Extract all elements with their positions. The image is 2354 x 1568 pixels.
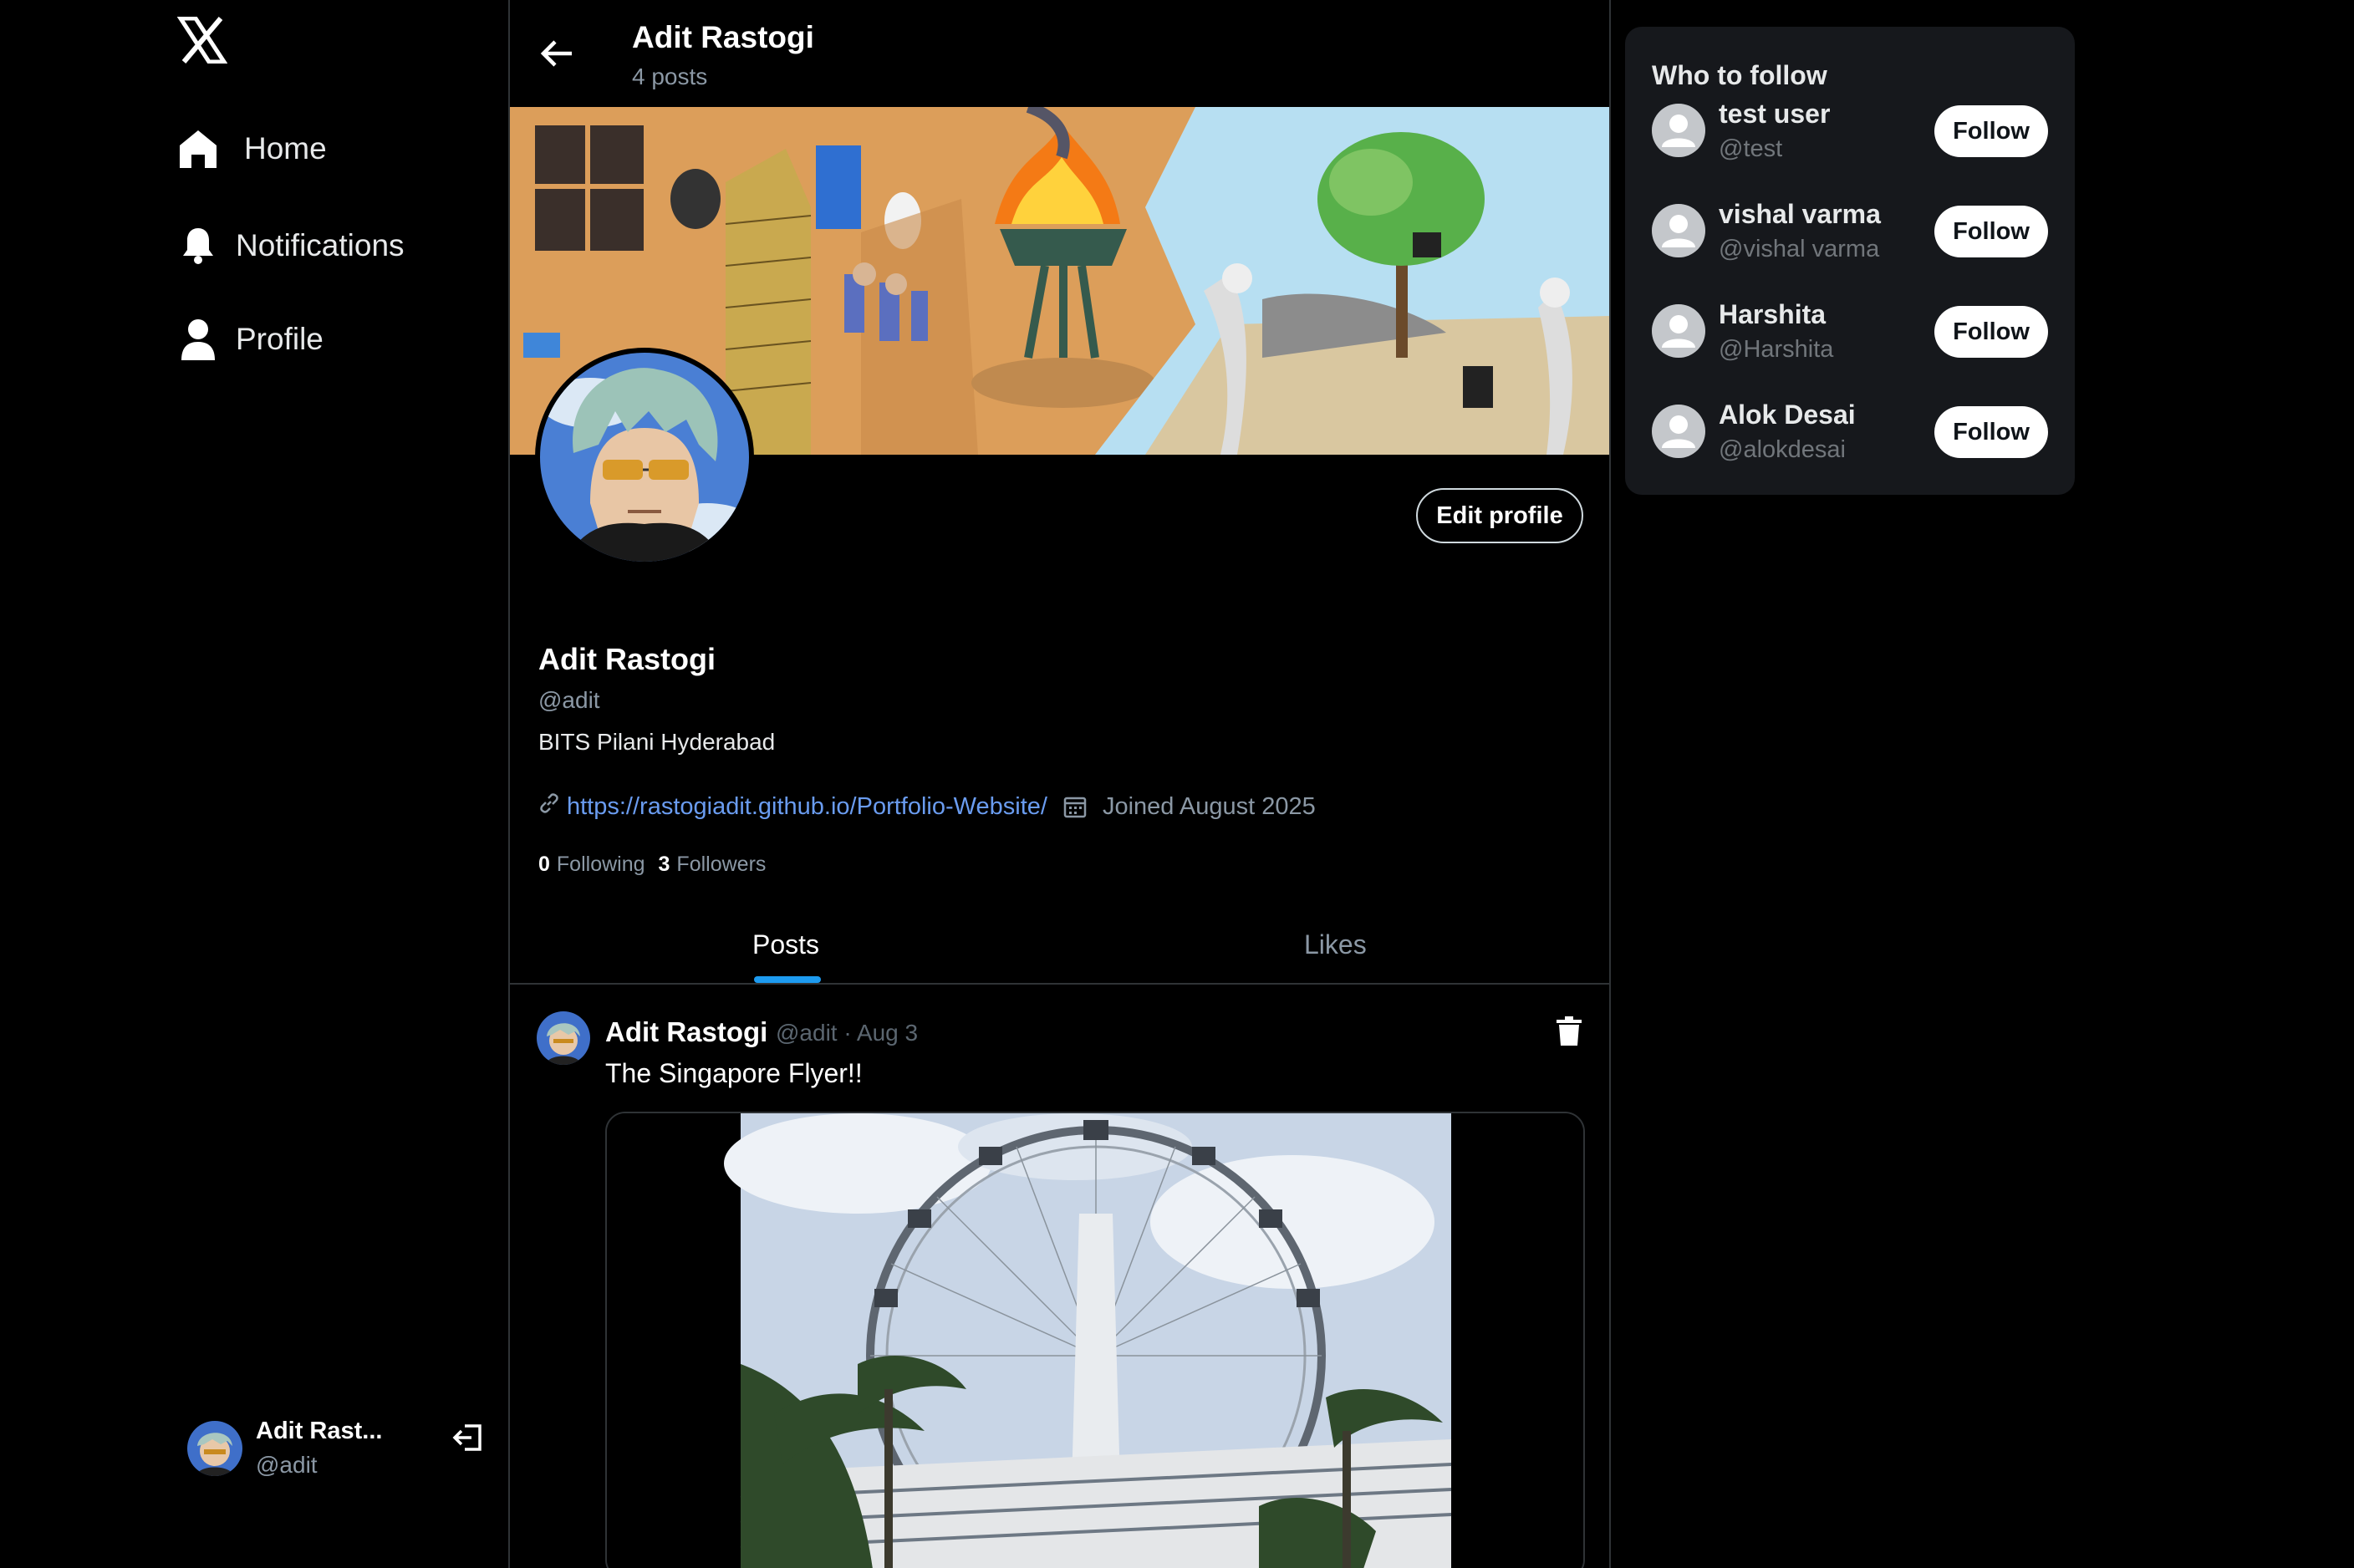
post-text: The Singapore Flyer!!: [605, 1058, 863, 1088]
post-author[interactable]: Adit Rastogi: [605, 1016, 767, 1048]
user-icon: [176, 317, 221, 362]
tab-likes[interactable]: Likes: [1304, 929, 1367, 960]
profile-bio: BITS Pilani Hyderabad: [538, 729, 776, 755]
x-logo-icon[interactable]: [176, 16, 228, 64]
follow-button[interactable]: Follow: [1934, 406, 2048, 458]
home-icon: [176, 126, 221, 171]
tab-posts[interactable]: Posts: [752, 929, 819, 960]
account-handle: @adit: [256, 1452, 318, 1478]
nav-profile[interactable]: Profile: [176, 310, 324, 369]
joined-date: Joined August 2025: [1102, 792, 1316, 820]
profile-meta: https://rastogiadit.github.io/Portfolio-…: [538, 792, 1316, 821]
suggested-user-handle: @alokdesai: [1719, 436, 1846, 463]
default-avatar-icon: [1652, 405, 1705, 458]
link-icon: [538, 792, 560, 821]
nav-home[interactable]: Home: [176, 120, 327, 178]
bell-icon: [176, 223, 221, 268]
edit-profile-button[interactable]: Edit profile: [1416, 488, 1583, 543]
suggested-user[interactable]: Alok Desai @alokdesai Follow: [1652, 400, 2048, 475]
left-sidebar: Home Notifications Profile Adit Rast... …: [0, 0, 508, 1568]
profile-name: Adit Rastogi: [538, 642, 716, 676]
account-switcher[interactable]: Adit Rast... @adit: [187, 1418, 485, 1479]
calendar-icon: [1062, 794, 1088, 819]
nav-notifications[interactable]: Notifications: [176, 216, 405, 275]
avatar[interactable]: [537, 1011, 590, 1065]
follow-button[interactable]: Follow: [1934, 105, 2048, 157]
post-meta: @adit · Aug 3: [776, 1020, 919, 1046]
suggested-user-name: test user: [1719, 99, 1831, 129]
suggested-user[interactable]: Harshita @Harshita Follow: [1652, 299, 2048, 374]
followers-count: 3: [658, 853, 670, 876]
nav-home-label: Home: [244, 131, 327, 165]
who-to-follow-title: Who to follow: [1652, 60, 1827, 90]
default-avatar-icon: [1652, 204, 1705, 257]
avatar: [187, 1420, 242, 1476]
following-label: Following: [556, 853, 645, 876]
suggested-user-name: vishal varma: [1719, 199, 1881, 229]
following-count: 0: [538, 853, 550, 876]
post-count: 4 posts: [632, 64, 708, 89]
profile-avatar[interactable]: [535, 348, 754, 567]
who-to-follow-panel: Who to follow test user @test Follow vis…: [1625, 27, 2075, 495]
follow-button[interactable]: Follow: [1934, 206, 2048, 257]
suggested-user-handle: @test: [1719, 135, 1783, 162]
profile-website-link[interactable]: https://rastogiadit.github.io/Portfolio-…: [567, 793, 1047, 821]
post-image[interactable]: [605, 1112, 1585, 1568]
nav-notifications-label: Notifications: [236, 228, 405, 262]
profile-tabs: Posts Likes: [510, 916, 1609, 985]
post-item[interactable]: Adit Rastogi @adit · Aug 3 The Singapore…: [510, 986, 1609, 1568]
arrow-left-icon[interactable]: [537, 35, 577, 72]
following-stat[interactable]: 0 Following: [538, 853, 645, 877]
suggested-user-handle: @Harshita: [1719, 336, 1834, 363]
profile-header: Adit Rastogi 4 posts: [510, 0, 1609, 107]
profile-handle: @adit: [538, 687, 600, 713]
nav-profile-label: Profile: [236, 322, 324, 356]
suggested-user[interactable]: vishal varma @vishal varma Follow: [1652, 199, 2048, 274]
default-avatar-icon: [1652, 104, 1705, 157]
suggested-user-name: Harshita: [1719, 299, 1827, 329]
follow-button[interactable]: Follow: [1934, 306, 2048, 358]
logout-icon[interactable]: [451, 1421, 485, 1454]
page-title: Adit Rastogi: [632, 20, 814, 54]
default-avatar-icon: [1652, 304, 1705, 358]
profile-column: Adit Rastogi 4 posts Edit profile Adit R…: [508, 0, 1611, 1568]
followers-stat[interactable]: 3 Followers: [659, 853, 767, 877]
suggested-user[interactable]: test user @test Follow: [1652, 99, 2048, 174]
suggested-user-handle: @vishal varma: [1719, 236, 1880, 262]
follow-stats: 0 Following 3 Followers: [538, 853, 779, 877]
trash-icon[interactable]: [1555, 1016, 1583, 1046]
account-name: Adit Rast...: [256, 1418, 383, 1444]
followers-label: Followers: [676, 853, 767, 876]
suggested-user-name: Alok Desai: [1719, 400, 1856, 430]
active-tab-indicator: [754, 976, 821, 983]
